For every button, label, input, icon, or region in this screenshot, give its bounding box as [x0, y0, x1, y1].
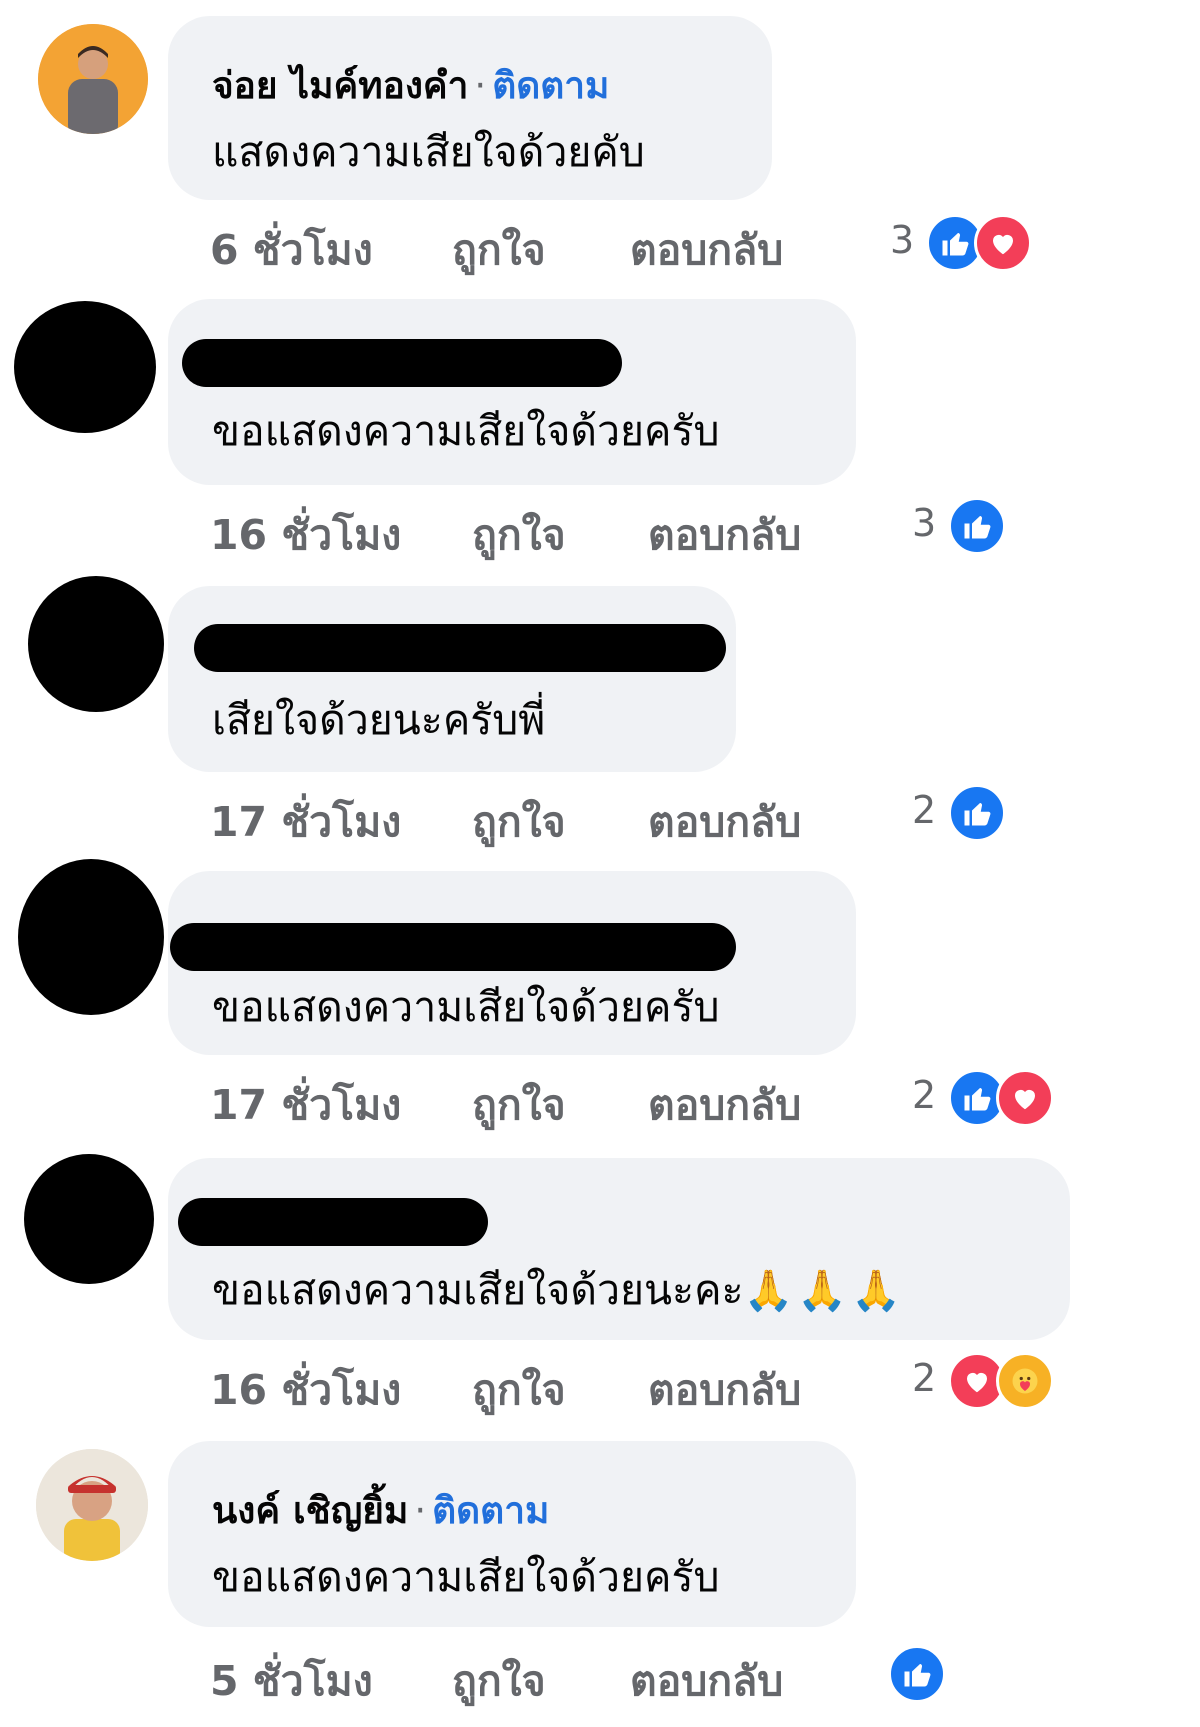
avatar-redacted[interactable] [14, 301, 156, 433]
comment-text: ขอแสดงความเสียใจด้วยครับ [212, 407, 720, 455]
redacted-name [178, 1198, 488, 1246]
reaction-count: 2 [912, 788, 937, 832]
like-button[interactable]: ถูกใจ [472, 1358, 566, 1423]
reply-button[interactable]: ตอบกลับ [648, 503, 801, 568]
care-icon [996, 1352, 1054, 1410]
reply-button[interactable]: ตอบกลับ [630, 1649, 783, 1714]
comment: ขอแสดงความเสียใจด้วยครับ 17 ชั่วโมง ถูกใ… [0, 855, 1200, 1140]
comment-text: แสดงความเสียใจด้วยคับ [212, 128, 645, 176]
commenter-name-row: นงค์ เชิญยิ้ม · ติดตาม [212, 1481, 549, 1540]
separator-dot: · [474, 64, 487, 107]
comment-timestamp[interactable]: 17 ชั่วโมง [210, 1073, 401, 1138]
comment-bubble: จ่อย ไมค์ทองคำ · ติดตาม แสดงความเสียใจด้วย… [168, 16, 772, 200]
like-button[interactable]: ถูกใจ [472, 1073, 566, 1138]
comment-timestamp[interactable]: 6 ชั่วโมง [210, 218, 373, 283]
like-button[interactable]: ถูกใจ [452, 218, 546, 283]
comment-text-content: ขอแสดงความเสียใจด้วยนะคะ [212, 1266, 744, 1314]
like-icon [888, 1645, 946, 1703]
reply-button[interactable]: ตอบกลับ [630, 218, 783, 283]
follow-link[interactable]: ติดตาม [492, 64, 609, 107]
like-icon [948, 497, 1006, 555]
comment-bubble: ขอแสดงความเสียใจด้วยครับ [168, 299, 856, 485]
praying-hands-emoji: 🙏🙏🙏 [743, 1268, 905, 1314]
commenter-name-row: จ่อย ไมค์ทองคำ · ติดตาม [212, 56, 609, 115]
comment-bubble: ขอแสดงความเสียใจด้วยนะคะ🙏🙏🙏 [168, 1158, 1070, 1340]
comment-text: ขอแสดงความเสียใจด้วยครับ [212, 983, 720, 1031]
reply-button[interactable]: ตอบกลับ [648, 790, 801, 855]
reaction-count: 3 [890, 218, 915, 262]
follow-link[interactable]: ติดตาม [432, 1489, 549, 1532]
comment-text: เสียใจด้วยนะครับพี่ [212, 696, 546, 744]
reaction-count: 3 [912, 501, 937, 545]
avatar[interactable] [38, 24, 148, 134]
comment-bubble: เสียใจด้วยนะครับพี่ [168, 586, 736, 772]
comment-timestamp[interactable]: 16 ชั่วโมง [210, 503, 401, 568]
redacted-name [182, 339, 622, 387]
love-icon [996, 1069, 1054, 1127]
avatar-redacted[interactable] [28, 576, 164, 712]
comment: ขอแสดงความเสียใจด้วยครับ 16 ชั่วโมง ถูกใ… [0, 285, 1200, 570]
comment: เสียใจด้วยนะครับพี่ 17 ชั่วโมง ถูกใจ ตอบ… [0, 570, 1200, 855]
avatar-redacted[interactable] [24, 1154, 154, 1284]
like-button[interactable]: ถูกใจ [472, 790, 566, 855]
comment-timestamp[interactable]: 5 ชั่วโมง [210, 1649, 373, 1714]
reaction-count: 2 [912, 1073, 937, 1117]
like-icon [948, 784, 1006, 842]
comment-text: ขอแสดงความเสียใจด้วยครับ [212, 1553, 720, 1601]
comment-text: ขอแสดงความเสียใจด้วยนะคะ🙏🙏🙏 [212, 1258, 905, 1323]
comment-timestamp[interactable]: 16 ชั่วโมง [210, 1358, 401, 1423]
love-icon [974, 214, 1032, 272]
reply-button[interactable]: ตอบกลับ [648, 1073, 801, 1138]
commenter-name[interactable]: จ่อย ไมค์ทองคำ [212, 64, 468, 107]
avatar-photo [38, 24, 148, 134]
avatar-photo [36, 1449, 148, 1561]
comment-bubble: นงค์ เชิญยิ้ม · ติดตาม ขอแสดงความเสียใจด้ว… [168, 1441, 856, 1627]
avatar-redacted[interactable] [18, 859, 164, 1015]
reaction-count: 2 [912, 1356, 937, 1400]
comment-timestamp[interactable]: 17 ชั่วโมง [210, 790, 401, 855]
like-button[interactable]: ถูกใจ [472, 503, 566, 568]
avatar[interactable] [36, 1449, 148, 1561]
separator-dot: · [414, 1489, 427, 1532]
like-button[interactable]: ถูกใจ [452, 1649, 546, 1714]
comment-bubble: ขอแสดงความเสียใจด้วยครับ [168, 871, 856, 1055]
redacted-name [170, 923, 736, 971]
comment: นงค์ เชิญยิ้ม · ติดตาม ขอแสดงความเสียใจด้ว… [0, 1425, 1200, 1710]
comment: จ่อย ไมค์ทองคำ · ติดตาม แสดงความเสียใจด้วย… [0, 0, 1200, 285]
comment: ขอแสดงความเสียใจด้วยนะคะ🙏🙏🙏 16 ชั่วโมง ถ… [0, 1140, 1200, 1425]
commenter-name[interactable]: นงค์ เชิญยิ้ม [212, 1489, 408, 1532]
redacted-name [194, 624, 726, 672]
reply-button[interactable]: ตอบกลับ [648, 1358, 801, 1423]
